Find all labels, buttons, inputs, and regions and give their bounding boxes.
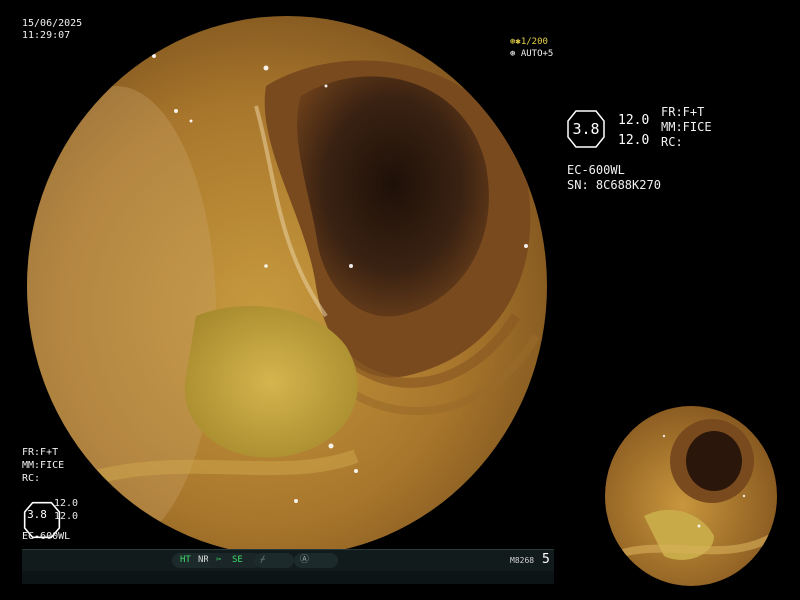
scope-serial: SN: 8C688K270 [567,178,661,192]
date-text: 15/06/2025 [22,18,83,29]
param-value-2: 12.0 [618,133,650,148]
shutter-speed: 1/200 [520,37,548,47]
device-code: M8268 [510,556,535,565]
param-values-small: 12.0 12.0 [54,497,78,523]
main-endoscope-view [26,16,548,556]
enhance-level: 3.8 [572,120,600,138]
param-value-2-small: 12.0 [54,511,79,522]
scope-info: EC-600WL SN: 8C688K270 [567,163,661,193]
scope-model-small: EC-600WL [22,531,71,542]
circle-indicator: Ⓐ [294,553,338,568]
auto-mode: AUTO+5 [520,49,554,59]
slash-indicator: ⌿ [254,553,294,568]
datetime-display: 15/06/2025 11:29:07 [22,18,82,42]
time-text: 11:29:07 [22,30,71,41]
mode-info-right: FR:F+T MM:FICE RC: [661,105,712,150]
fr-mode: FR:F+T [661,105,705,119]
frame-number: 5 [542,552,550,567]
enhance-level-small: 3.8 [27,508,47,521]
status-bar: HT NR ✂ SE ⌿ Ⓐ M8268 5 [22,549,554,572]
param-values: 12.0 12.0 [618,111,649,151]
exposure-info: ⊛✱1/200 ⊛ AUTO+5 [510,36,553,60]
rc-mode: RC: [661,135,683,149]
rc-mode-small: RC: [22,473,41,484]
slash-icon: ⌿ [260,555,266,565]
param-value-1-small: 12.0 [54,498,79,509]
mm-mode: MM:FICE [661,120,712,134]
shutter-icon: ⊛✱ [510,37,521,47]
ht-label: HT [180,555,191,565]
scope-model: EC-600WL [567,163,625,177]
scissors-icon: ✂ [216,555,222,565]
status-bar-lower [22,571,554,584]
mode-info-left: FR:F+T MM:FICE RC: [22,446,64,485]
se-label: SE [232,555,243,565]
circle-a-icon: Ⓐ [300,555,310,565]
mm-mode-small: MM:FICE [22,460,65,471]
fr-mode-small: FR:F+T [22,447,59,458]
param-value-1: 12.0 [618,113,650,128]
sub-endoscope-view [604,406,778,586]
auto-icon: ⊛ [510,49,516,59]
